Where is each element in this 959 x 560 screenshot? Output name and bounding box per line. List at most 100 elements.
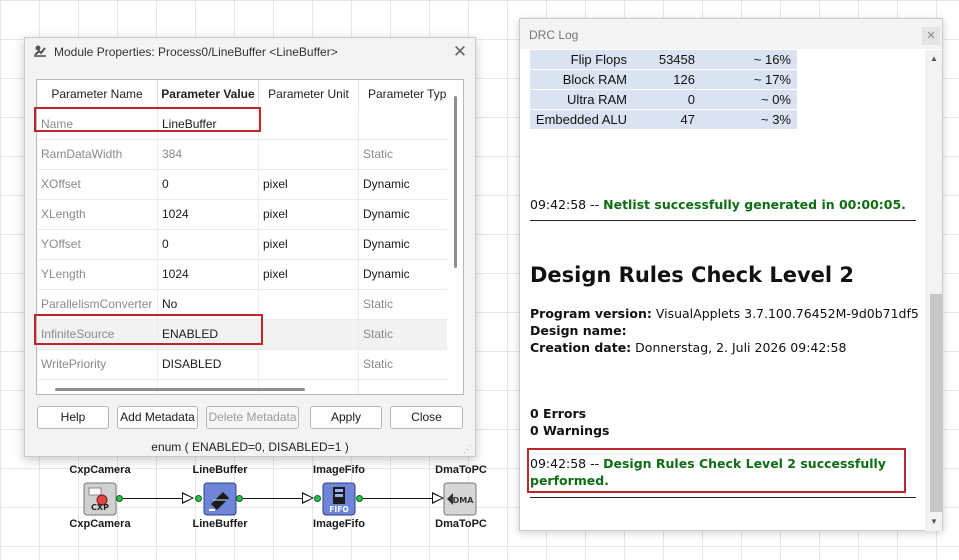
table-row[interactable]: RamDataWidth 384 Static xyxy=(37,140,447,170)
param-name: XLength xyxy=(37,200,158,230)
close-icon[interactable]: ✕ xyxy=(922,27,940,45)
drc-vertical-scrollbar[interactable]: ▲ ▼ xyxy=(925,50,942,531)
drc-title: DRC Log xyxy=(529,28,579,42)
program-version-label: Program version: xyxy=(530,306,652,321)
creation-date-label: Creation date: xyxy=(530,340,632,355)
table-row[interactable]: YLength 1024 pixel Dynamic xyxy=(37,260,447,290)
param-type: Static xyxy=(363,327,394,341)
help-button[interactable]: Help xyxy=(37,406,109,429)
param-unit xyxy=(259,290,359,320)
cxp-camera-icon[interactable]: CXP xyxy=(83,482,117,516)
resource-count: 47 xyxy=(680,112,695,127)
table-row: Ultra RAM 0 ~ 0% xyxy=(530,90,797,109)
param-type: Dynamic xyxy=(363,237,410,251)
close-button[interactable]: Close xyxy=(390,406,463,429)
param-value[interactable]: 0 xyxy=(158,230,259,260)
node-label-top: ImageFifo xyxy=(313,464,365,476)
module-properties-icon xyxy=(33,44,47,58)
scrollbar-thumb[interactable] xyxy=(930,294,942,512)
program-version-line: Program version: VisualApplets 3.7.100.7… xyxy=(530,306,919,321)
input-port[interactable] xyxy=(314,495,321,502)
creation-date-value: Donnerstag, 2. Juli 2026 09:42:58 xyxy=(635,340,847,355)
dialog-title: Module Properties: Process0/LineBuffer <… xyxy=(54,45,338,59)
output-port[interactable] xyxy=(356,495,363,502)
param-value[interactable]: 1024 xyxy=(158,200,259,230)
table-vertical-scrollbar[interactable] xyxy=(454,96,457,268)
resource-percent: ~ 16% xyxy=(753,52,791,67)
fifo-icon[interactable]: FIFO xyxy=(322,482,356,516)
column-header-type[interactable]: Parameter Type xyxy=(359,80,447,110)
param-type: Dynamic xyxy=(363,267,410,281)
column-header-name[interactable]: Parameter Name xyxy=(37,80,158,110)
fifo-badge-text: FIFO xyxy=(329,505,348,514)
table-row[interactable]: WritePriority DISABLED Static xyxy=(37,350,447,380)
dialog-titlebar[interactable]: Module Properties: Process0/LineBuffer <… xyxy=(25,38,475,66)
linebuffer-icon[interactable] xyxy=(203,482,237,516)
param-name: YOffset xyxy=(37,230,158,260)
param-type: Static xyxy=(363,297,394,311)
param-type: Dynamic xyxy=(363,177,410,191)
param-unit xyxy=(259,320,359,350)
column-header-unit[interactable]: Parameter Unit xyxy=(259,80,359,110)
resource-name: Block RAM xyxy=(562,72,627,87)
resource-percent: ~ 3% xyxy=(761,112,791,127)
column-header-value[interactable]: Parameter Value xyxy=(158,80,259,110)
design-name-label: Design name: xyxy=(530,323,627,338)
connection-wire xyxy=(242,498,302,499)
apply-button[interactable]: Apply xyxy=(310,406,382,429)
table-horizontal-scrollbar[interactable] xyxy=(55,388,305,391)
arrow-icon xyxy=(182,492,194,504)
param-value[interactable]: 0 xyxy=(158,170,259,200)
design-name-line: Design name: xyxy=(530,323,627,338)
output-port[interactable] xyxy=(236,495,243,502)
param-unit: pixel xyxy=(259,170,359,200)
param-unit xyxy=(259,140,359,170)
scroll-down-icon[interactable]: ▼ xyxy=(928,516,940,528)
node-label-top: LineBuffer xyxy=(192,464,248,476)
param-type: Dynamic xyxy=(363,207,410,221)
program-version-value: VisualApplets 3.7.100.76452M-9d0b71df5 xyxy=(655,306,919,321)
connection-wire xyxy=(362,498,432,499)
node-label-bottom: ImageFifo xyxy=(313,518,365,530)
param-type: Static xyxy=(363,147,394,161)
close-icon[interactable]: ✕ xyxy=(449,41,471,63)
resource-name: Ultra RAM xyxy=(567,92,627,107)
param-unit: pixel xyxy=(259,260,359,290)
scroll-up-icon[interactable]: ▲ xyxy=(928,53,940,65)
divider xyxy=(530,497,916,498)
resource-percent: ~ 0% xyxy=(761,92,791,107)
table-row: Embedded ALU 47 ~ 3% xyxy=(530,110,797,129)
param-unit: pixel xyxy=(259,230,359,260)
netlist-message: Netlist successfully generated in 00:00:… xyxy=(603,197,906,212)
param-name: XOffset xyxy=(37,170,158,200)
creation-date-line: Creation date: Donnerstag, 2. Juli 2026 … xyxy=(530,340,846,355)
input-port[interactable] xyxy=(195,495,202,502)
node-label-bottom: CxpCamera xyxy=(69,518,131,530)
drc-heading: Design Rules Check Level 2 xyxy=(530,263,855,287)
resize-grip-icon[interactable]: ⋰ xyxy=(463,444,473,454)
drc-titlebar[interactable]: DRC Log ✕ xyxy=(520,19,942,49)
resource-table: Flip Flops 53458 ~ 16% Block RAM 126 ~ 1… xyxy=(530,50,797,130)
param-name: YLength xyxy=(37,260,158,290)
output-port[interactable] xyxy=(116,495,123,502)
resource-percent: ~ 17% xyxy=(753,72,791,87)
table-row[interactable]: XOffset 0 pixel Dynamic xyxy=(37,170,447,200)
divider xyxy=(530,220,916,221)
resource-count: 126 xyxy=(673,72,695,87)
add-metadata-button[interactable]: Add Metadata xyxy=(117,406,198,429)
param-value[interactable]: 384 xyxy=(158,140,259,170)
resource-count: 0 xyxy=(687,92,695,107)
cxp-badge-text: CXP xyxy=(91,503,109,512)
param-value[interactable]: 1024 xyxy=(158,260,259,290)
parameter-description: enum ( ENABLED=0, DISABLED=1 ) xyxy=(151,440,349,454)
param-type: Static xyxy=(363,357,394,371)
delete-metadata-button[interactable]: Delete Metadata xyxy=(206,406,299,429)
dma-icon[interactable]: DMA xyxy=(443,482,477,516)
param-type xyxy=(359,110,447,140)
table-row: Flip Flops 53458 ~ 16% xyxy=(530,50,797,69)
param-value[interactable]: DISABLED xyxy=(158,350,259,380)
param-unit xyxy=(259,350,359,380)
dma-badge-text: DMA xyxy=(453,496,475,505)
table-row[interactable]: YOffset 0 pixel Dynamic xyxy=(37,230,447,260)
table-row[interactable]: XLength 1024 pixel Dynamic xyxy=(37,200,447,230)
